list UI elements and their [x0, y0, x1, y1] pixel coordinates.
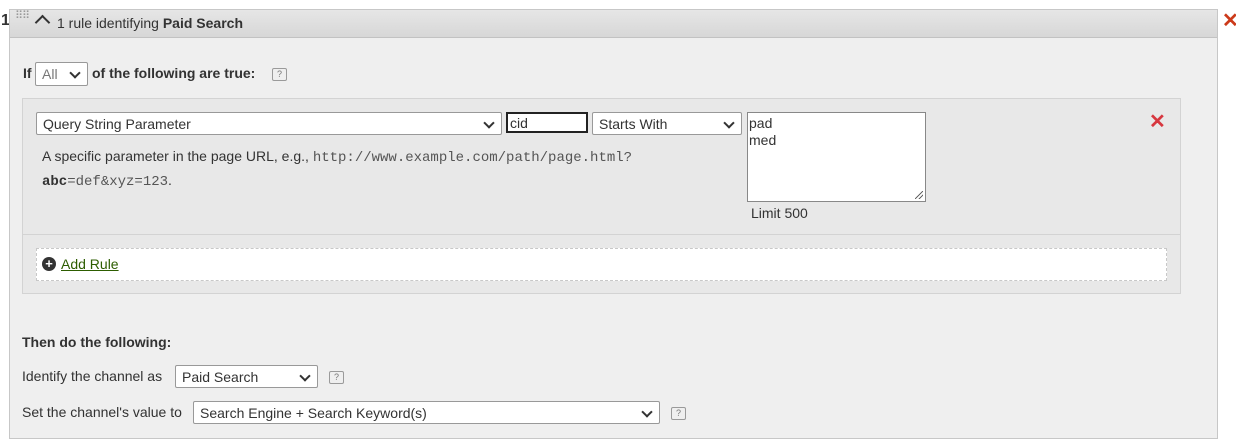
match-select[interactable]: All — [35, 62, 88, 86]
description-url: http://www.example.com/path/page.html? — [312, 150, 633, 166]
channel-value-label: Set the channel's value to — [22, 404, 182, 420]
dimension-description: A specific parameter in the page URL, e.… — [42, 145, 722, 193]
operator-select-value: Starts With — [599, 116, 668, 132]
resize-handle-icon[interactable] — [915, 191, 923, 199]
help-icon[interactable]: ? — [272, 68, 287, 81]
values-textarea[interactable]: pad med — [747, 112, 926, 202]
add-rule-link[interactable]: Add Rule — [61, 256, 119, 272]
remove-icon[interactable]: ✕ — [1149, 112, 1166, 132]
description-query: =def&xyz=123 — [67, 174, 169, 190]
dimension-select-value: Query String Parameter — [43, 116, 191, 132]
parameter-input[interactable]: cid — [506, 112, 588, 133]
channel-select-value: Paid Search — [182, 369, 259, 385]
chevron-down-icon — [641, 406, 653, 418]
of-following-label: of the following are true: — [92, 65, 256, 81]
help-icon[interactable]: ? — [671, 407, 686, 420]
value-line: med — [749, 132, 777, 148]
chevron-down-icon — [483, 117, 495, 129]
channel-value-select-value: Search Engine + Search Keyword(s) — [200, 405, 427, 421]
drag-handle-icon[interactable]: ⠿⠿ — [15, 11, 30, 27]
title-prefix: 1 rule identifying — [57, 15, 163, 31]
match-select-value: All — [42, 66, 58, 82]
description-param: abc — [42, 174, 68, 190]
channel-select[interactable]: Paid Search — [175, 365, 318, 388]
add-rule-area — [36, 248, 1167, 281]
rule-set-title: 1 rule identifying Paid Search — [57, 15, 243, 31]
identify-label: Identify the channel as — [22, 368, 163, 384]
title-channel: Paid Search — [162, 15, 243, 31]
description-end: . — [168, 172, 172, 188]
divider — [23, 234, 1180, 235]
values-limit: Limit 500 — [751, 205, 808, 221]
value-line: pad — [749, 115, 773, 131]
description-text: A specific parameter in the page URL, e.… — [42, 148, 313, 164]
channel-value-select[interactable]: Search Engine + Search Keyword(s) — [193, 401, 660, 424]
dimension-select[interactable]: Query String Parameter — [36, 112, 502, 135]
chevron-down-icon — [723, 117, 735, 129]
add-circle-icon[interactable]: + — [42, 257, 56, 271]
chevron-down-icon — [69, 67, 81, 79]
help-icon[interactable]: ? — [329, 371, 344, 384]
operator-select[interactable]: Starts With — [592, 112, 742, 135]
chevron-down-icon — [299, 370, 311, 382]
close-icon[interactable]: ✕ — [1222, 11, 1236, 31]
if-label: If — [23, 65, 32, 81]
then-heading: Then do the following: — [22, 334, 172, 350]
